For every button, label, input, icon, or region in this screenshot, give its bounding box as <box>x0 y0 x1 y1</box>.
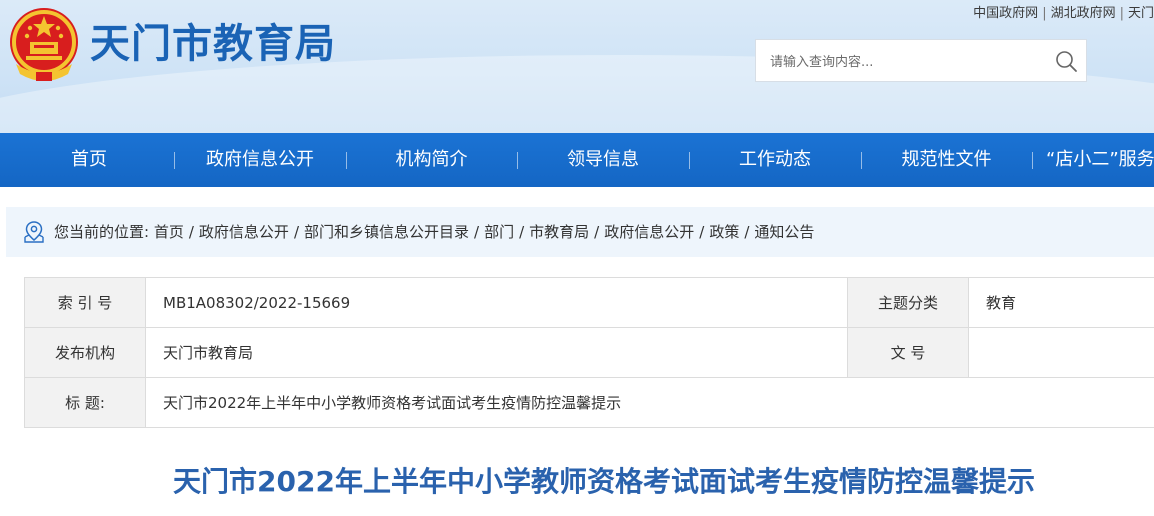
article-title: 天门市2022年上半年中小学教师资格考试面试考生疫情防控温馨提示 <box>173 465 1035 498</box>
breadcrumb-prefix: 您当前的位置: <box>54 223 150 241</box>
breadcrumb-separator: / <box>474 223 480 241</box>
nav-item-service[interactable]: “店小二”服务 <box>1046 133 1154 187</box>
breadcrumb-item-education-bureau[interactable]: 市教育局 <box>529 223 589 241</box>
document-info-table: 索 引 号 MB1A08302/2022-15669 主题分类 教育 发布机构 … <box>24 277 1154 428</box>
breadcrumb-item-policy[interactable]: 政策 <box>709 223 739 241</box>
publisher-value: 天门市教育局 <box>145 327 848 378</box>
nav-item-leaders[interactable]: 领导信息 <box>517 133 689 187</box>
breadcrumb-item-gov-info-2[interactable]: 政府信息公开 <box>604 223 694 241</box>
breadcrumb-separator: / <box>744 223 750 241</box>
breadcrumb: 您当前的位置: 首页 / 政府信息公开 / 部门和乡镇信息公开目录 / 部门 / 市教育局 / 政府… <box>6 207 1154 257</box>
top-link-gov-cn[interactable]: 中国政府网 <box>973 6 1038 21</box>
table-row: 索 引 号 MB1A08302/2022-15669 主题分类 教育 <box>24 277 1154 328</box>
divider: | <box>1119 6 1124 21</box>
breadcrumb-separator: / <box>699 223 705 241</box>
top-link-hubei-gov[interactable]: 湖北政府网 <box>1051 6 1116 21</box>
divider: | <box>1042 6 1047 21</box>
site-header: 天门市教育局 中国政府网 | 湖北政府网 | 天门 <box>0 0 1154 133</box>
nav-item-gov-info[interactable]: 政府信息公开 <box>174 133 346 187</box>
docnum-value <box>968 327 1154 378</box>
breadcrumb-item-departments[interactable]: 部门 <box>484 223 514 241</box>
index-label: 索 引 号 <box>24 277 146 328</box>
search-input[interactable] <box>768 50 1042 74</box>
main-nav: 首页 政府信息公开 机构简介 领导信息 工作动态 规范性文件 “店小二”服务 <box>0 133 1154 187</box>
site-title: 天门市教育局 <box>90 21 336 67</box>
nav-item-about[interactable]: 机构简介 <box>346 133 517 187</box>
top-link-tianmen[interactable]: 天门 <box>1128 6 1154 21</box>
nav-item-home[interactable]: 首页 <box>0 133 178 187</box>
docnum-label: 文 号 <box>847 327 969 378</box>
top-links: 中国政府网 | 湖北政府网 | 天门 <box>973 2 1154 21</box>
nav-divider <box>1032 152 1033 169</box>
breadcrumb-item-notices[interactable]: 通知公告 <box>754 223 814 241</box>
category-value: 教育 <box>968 277 1154 328</box>
title-value: 天门市2022年上半年中小学教师资格考试面试考生疫情防控温馨提示 <box>145 377 1154 428</box>
national-emblem-icon <box>10 8 78 81</box>
index-value: MB1A08302/2022-15669 <box>145 277 848 328</box>
title-label: 标 题: <box>24 377 146 428</box>
breadcrumb-item-gov-info[interactable]: 政府信息公开 <box>199 223 289 241</box>
search-box <box>755 39 1087 82</box>
publisher-label: 发布机构 <box>24 327 146 378</box>
breadcrumb-separator: / <box>594 223 600 241</box>
table-row: 发布机构 天门市教育局 文 号 <box>24 327 1154 378</box>
category-label: 主题分类 <box>847 277 969 328</box>
location-icon <box>24 221 44 243</box>
breadcrumb-item-directory[interactable]: 部门和乡镇信息公开目录 <box>304 223 469 241</box>
search-icon[interactable] <box>1054 49 1078 73</box>
nav-item-regulations[interactable]: 规范性文件 <box>861 133 1032 187</box>
breadcrumb-separator: / <box>519 223 525 241</box>
breadcrumb-separator: / <box>188 223 194 241</box>
breadcrumb-separator: / <box>293 223 299 241</box>
breadcrumb-item-home[interactable]: 首页 <box>154 223 184 241</box>
nav-item-news[interactable]: 工作动态 <box>689 133 861 187</box>
breadcrumb-trail: 您当前的位置: 首页 / 政府信息公开 / 部门和乡镇信息公开目录 / 部门 / 市教育局 / 政府… <box>54 207 814 257</box>
table-row: 标 题: 天门市2022年上半年中小学教师资格考试面试考生疫情防控温馨提示 <box>24 377 1154 428</box>
